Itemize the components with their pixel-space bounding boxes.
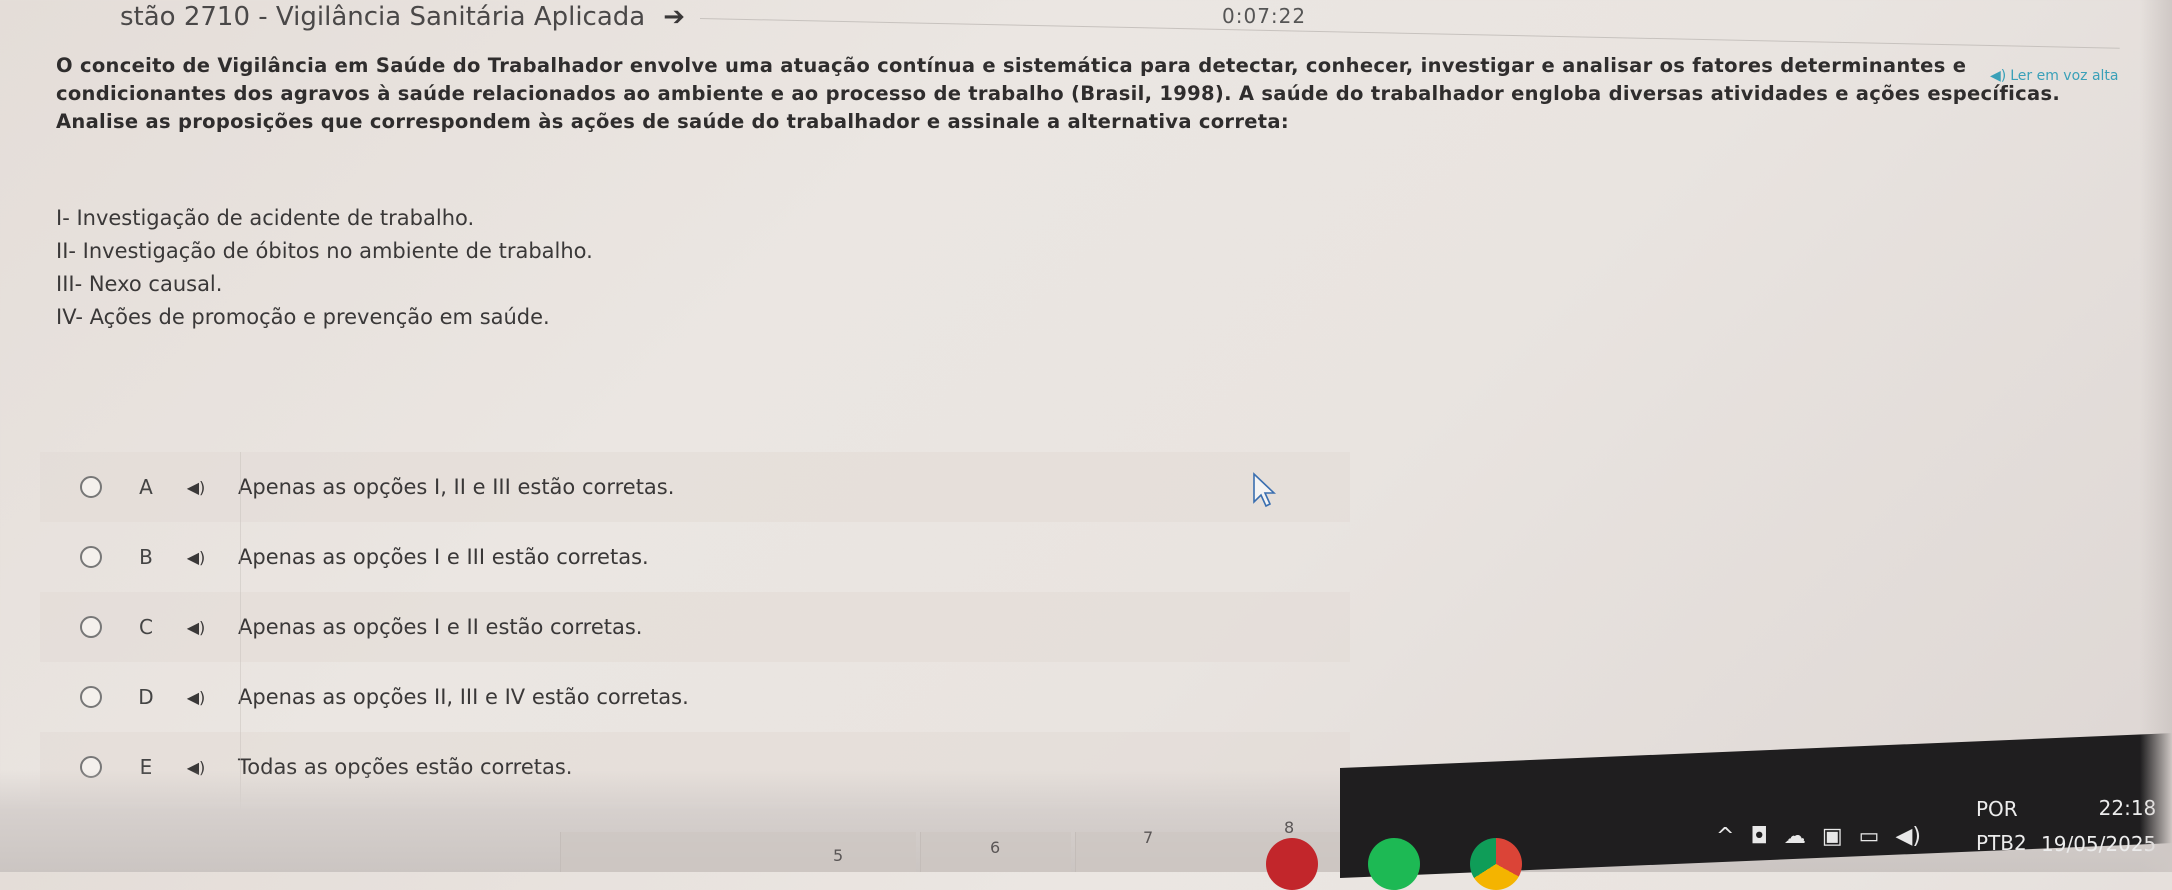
radio-button[interactable] (80, 686, 102, 708)
speaker-icon[interactable]: ◀︎) (176, 618, 216, 637)
propositions-list: I- Investigação de acidente de trabalho.… (56, 202, 593, 334)
header-divider (699, 18, 2120, 49)
app-icon[interactable] (1266, 838, 1318, 890)
option-letter: D (138, 685, 154, 709)
option-text: Apenas as opções I e II estão corretas. (238, 615, 643, 639)
answer-option-c[interactable]: C ◀︎) Apenas as opções I e II estão corr… (40, 592, 1350, 662)
keyboard-layout: PTB2 (1976, 831, 2027, 855)
answer-option-b[interactable]: B ◀︎) Apenas as opções I e III estão cor… (40, 522, 1350, 592)
taskbar-app-icons (1266, 838, 1522, 890)
camera-icon[interactable]: ◘ (1750, 824, 1767, 849)
page-number[interactable]: 5 (833, 846, 843, 865)
speaker-icon[interactable]: ◀︎) (176, 688, 216, 707)
arrow-right-icon[interactable]: ➔ (663, 2, 685, 32)
display-icon[interactable]: ▭ (1859, 824, 1880, 849)
radio-button[interactable] (80, 616, 102, 638)
page-number[interactable]: 6 (990, 838, 1000, 857)
clock-time: 22:18 (2098, 796, 2157, 820)
timer: 0:07:22 (1222, 4, 1307, 28)
clipboard-icon[interactable]: ▣ (1822, 824, 1843, 849)
question-header: stão 2710 - Vigilância Sanitária Aplicad… (0, 0, 2120, 49)
option-letter: B (139, 545, 153, 569)
option-text: Apenas as opções I, II e III estão corre… (238, 475, 675, 499)
proposition-item: IV- Ações de promoção e prevenção em saú… (56, 305, 550, 329)
option-text: Apenas as opções II, III e IV estão corr… (238, 685, 689, 709)
spotify-icon[interactable] (1368, 838, 1420, 890)
language-indicator[interactable]: POR PTB2 (1976, 792, 2027, 860)
question-statement: O conceito de Vigilância em Saúde do Tra… (56, 54, 2061, 133)
clock[interactable]: 22:18 19/05/2025 (2041, 790, 2156, 862)
speaker-icon[interactable]: ◀︎) (176, 478, 216, 497)
proposition-item: III- Nexo causal. (56, 272, 223, 296)
page-number[interactable]: 7 (1143, 828, 1153, 847)
page-number[interactable]: 8 (1284, 818, 1294, 837)
pagination: 5 6 7 8 (0, 812, 1340, 872)
volume-icon[interactable]: ◀︎) (1895, 824, 1921, 849)
chevron-up-icon[interactable]: ^ (1716, 824, 1734, 849)
system-tray: ^ ◘ ☁ ▣ ▭ ◀︎) POR PTB2 22:18 19/05/2025 (1716, 780, 2156, 870)
radio-button[interactable] (80, 546, 102, 568)
cloud-icon[interactable]: ☁ (1784, 824, 1806, 849)
option-letter: A (139, 475, 153, 499)
mouse-cursor-icon (1253, 472, 1276, 508)
language-code: POR (1976, 797, 2018, 821)
proposition-item: I- Investigação de acidente de trabalho. (56, 206, 475, 230)
option-letter: C (139, 615, 153, 639)
answer-option-a[interactable]: A ◀︎) Apenas as opções I, II e III estão… (40, 452, 1350, 522)
answer-option-d[interactable]: D ◀︎) Apenas as opções II, III e IV estã… (40, 662, 1350, 732)
question-title-text: stão 2710 - Vigilância Sanitária Aplicad… (120, 2, 646, 32)
proposition-item: II- Investigação de óbitos no ambiente d… (56, 239, 593, 263)
radio-button[interactable] (80, 476, 102, 498)
question-title: stão 2710 - Vigilância Sanitária Aplicad… (120, 2, 685, 32)
chrome-icon[interactable] (1470, 838, 1522, 890)
speaker-icon[interactable]: ◀︎) (176, 548, 216, 567)
tray-icons: ^ ◘ ☁ ▣ ▭ ◀︎) (1716, 824, 1921, 849)
screen-edge (2140, 0, 2172, 872)
option-text: Apenas as opções I e III estão corretas. (238, 545, 649, 569)
clock-date: 19/05/2025 (2041, 832, 2157, 856)
answer-options: A ◀︎) Apenas as opções I, II e III estão… (40, 452, 1350, 802)
